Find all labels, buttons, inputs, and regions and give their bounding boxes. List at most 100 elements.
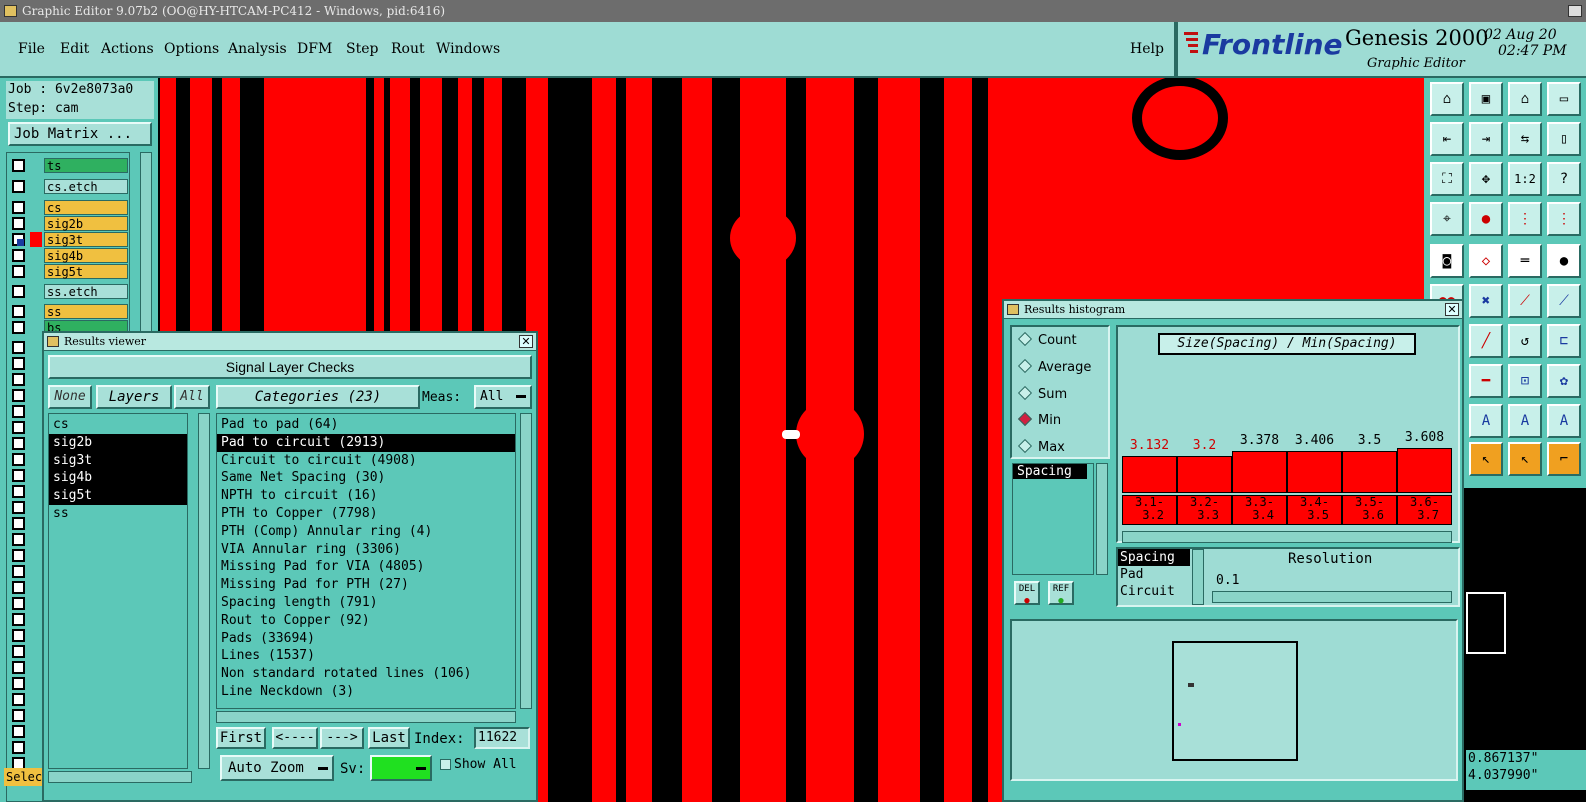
layer-row-sig5t[interactable]: sig5t bbox=[12, 264, 128, 279]
measure-list-scrollbar[interactable] bbox=[1096, 463, 1108, 575]
layer-checkbox[interactable] bbox=[12, 421, 25, 434]
layer-name[interactable]: ss bbox=[44, 304, 128, 319]
layer-list-item[interactable]: cs bbox=[49, 416, 187, 434]
histogram-bar[interactable] bbox=[1287, 451, 1342, 493]
histogram-bar[interactable] bbox=[1177, 456, 1232, 493]
cross-icon[interactable]: ✖ bbox=[1469, 284, 1503, 318]
layer-name[interactable]: cs bbox=[44, 200, 128, 215]
layer-checkbox[interactable] bbox=[12, 285, 25, 298]
layer-row-cs.etch[interactable]: cs.etch bbox=[12, 179, 128, 194]
save-icon[interactable]: ▣ bbox=[1469, 82, 1503, 116]
layer-checkbox[interactable] bbox=[12, 677, 25, 690]
category-list-item[interactable]: Pad to circuit (2913) bbox=[217, 433, 515, 452]
scale-1-2-icon[interactable]: 1:2 bbox=[1508, 162, 1542, 196]
average-radio[interactable]: Average bbox=[1017, 358, 1091, 375]
menu-analysis[interactable]: Analysis bbox=[228, 41, 287, 57]
frame-icon[interactable]: ▭ bbox=[1547, 82, 1581, 116]
layer-checkbox[interactable] bbox=[12, 201, 25, 214]
count-radio[interactable]: Count bbox=[1017, 331, 1077, 348]
histogram-bar[interactable] bbox=[1397, 448, 1452, 493]
zoom-fit-icon[interactable]: ⛶ bbox=[1430, 162, 1464, 196]
layer-name[interactable]: sig2b bbox=[44, 216, 128, 231]
category-list-item[interactable]: Line Neckdown (3) bbox=[217, 683, 515, 701]
none-button[interactable]: None bbox=[48, 385, 92, 409]
category-list-item[interactable]: Lines (1537) bbox=[217, 647, 515, 665]
category-list-item[interactable]: Pads (33694) bbox=[217, 630, 515, 648]
camera-icon[interactable]: ◙ bbox=[1430, 244, 1464, 278]
layer-name[interactable]: ts bbox=[44, 158, 128, 173]
layers-scrollbar[interactable] bbox=[198, 413, 210, 769]
layer-checkbox[interactable] bbox=[12, 180, 25, 193]
bracket-icon[interactable]: ⊏ bbox=[1547, 324, 1581, 358]
ruler-icon[interactable]: ═ bbox=[1508, 244, 1542, 278]
param-pad[interactable]: Pad bbox=[1118, 566, 1190, 583]
layer-checkbox[interactable] bbox=[12, 321, 25, 334]
layer-checkbox[interactable] bbox=[12, 469, 25, 482]
meas-select[interactable]: All bbox=[474, 385, 532, 409]
house-icon[interactable]: ⌂ bbox=[1508, 82, 1542, 116]
index-input[interactable]: 11622 bbox=[474, 727, 530, 749]
menu-dfm[interactable]: DFM bbox=[297, 41, 332, 57]
layer-checkbox[interactable] bbox=[12, 661, 25, 674]
layer-checkbox[interactable] bbox=[12, 217, 25, 230]
layer-checkbox[interactable] bbox=[12, 565, 25, 578]
menu-rout[interactable]: Rout bbox=[391, 41, 425, 57]
layer-row-ss.etch[interactable]: ss.etch bbox=[12, 284, 128, 299]
select-icon[interactable]: ↖ bbox=[1469, 442, 1503, 476]
layer-name[interactable]: sig3t bbox=[44, 232, 128, 247]
layer-checkbox[interactable] bbox=[12, 453, 25, 466]
layer-list-item[interactable]: sig5t bbox=[49, 487, 187, 505]
layer-checkbox[interactable] bbox=[12, 549, 25, 562]
layer-checkbox[interactable] bbox=[12, 437, 25, 450]
layer-checkbox[interactable] bbox=[12, 645, 25, 658]
layer-checkbox[interactable] bbox=[12, 613, 25, 626]
cluster-icon[interactable]: ✿ bbox=[1547, 364, 1581, 398]
job-matrix-button[interactable]: Job Matrix ... bbox=[8, 122, 152, 146]
text-a3-icon[interactable]: A bbox=[1547, 404, 1581, 438]
spacing-list-item[interactable]: Spacing bbox=[1013, 464, 1087, 479]
category-list-item[interactable]: Circuit to circuit (4908) bbox=[217, 452, 515, 470]
layer-checkbox[interactable] bbox=[12, 725, 25, 738]
layer-checkbox[interactable] bbox=[12, 305, 25, 318]
link-icon[interactable]: ⟋ bbox=[1547, 284, 1581, 318]
layer-name[interactable]: ss.etch bbox=[44, 284, 128, 299]
chart-hscrollbar[interactable] bbox=[1122, 531, 1452, 543]
measure-icon[interactable]: ⌖ bbox=[1430, 202, 1464, 236]
category-list-item[interactable]: Rout to Copper (92) bbox=[217, 612, 515, 630]
layer-list-item[interactable]: ss bbox=[49, 505, 187, 523]
menu-file[interactable]: File bbox=[18, 41, 45, 57]
categories-scrollbar[interactable] bbox=[520, 413, 532, 709]
layers-hscrollbar[interactable] bbox=[48, 771, 192, 783]
swap-icon[interactable]: ⇆ bbox=[1508, 122, 1542, 156]
minimize-button[interactable] bbox=[1568, 5, 1582, 17]
layer-checkbox[interactable] bbox=[12, 233, 25, 246]
close-icon[interactable]: ✕ bbox=[1445, 303, 1459, 316]
layer-name[interactable]: cs.etch bbox=[44, 179, 128, 194]
fill-icon[interactable]: ● bbox=[1547, 244, 1581, 278]
category-list-item[interactable]: Spacing length (791) bbox=[217, 594, 515, 612]
layer-row-ts[interactable]: ts bbox=[12, 158, 128, 173]
layer-checkbox[interactable] bbox=[12, 341, 25, 354]
zoom-center-icon[interactable]: ✥ bbox=[1469, 162, 1503, 196]
layer-checkbox[interactable] bbox=[12, 597, 25, 610]
box-icon[interactable]: ⊡ bbox=[1508, 364, 1542, 398]
category-list-item[interactable]: NPTH to circuit (16) bbox=[217, 487, 515, 505]
del-button[interactable]: DEL ● bbox=[1014, 581, 1040, 606]
text-a-icon[interactable]: A bbox=[1469, 404, 1503, 438]
snap-icon[interactable]: ⋮ bbox=[1508, 202, 1542, 236]
signal-layer-checks-button[interactable]: Signal Layer Checks bbox=[48, 355, 532, 379]
menu-help[interactable]: Help bbox=[1130, 41, 1164, 57]
layer-row-ss[interactable]: ss bbox=[12, 304, 128, 319]
shape-icon[interactable]: ◇ bbox=[1469, 244, 1503, 278]
select-edit-icon[interactable]: ↖ bbox=[1508, 442, 1542, 476]
param-spacing[interactable]: Spacing bbox=[1118, 549, 1190, 566]
import-icon[interactable]: ⇤ bbox=[1430, 122, 1464, 156]
step-icon[interactable]: ⌐ bbox=[1547, 442, 1581, 476]
layer-row-sig3t[interactable]: sig3t bbox=[12, 232, 128, 247]
line-icon[interactable]: ╱ bbox=[1469, 324, 1503, 358]
category-list-item[interactable]: VIA Annular ring (3306) bbox=[217, 541, 515, 559]
category-list-item[interactable]: Non standard rotated lines (106) bbox=[217, 665, 515, 683]
layer-checkbox[interactable] bbox=[12, 389, 25, 402]
export-icon[interactable]: ⇥ bbox=[1469, 122, 1503, 156]
first-button[interactable]: First bbox=[216, 727, 266, 749]
